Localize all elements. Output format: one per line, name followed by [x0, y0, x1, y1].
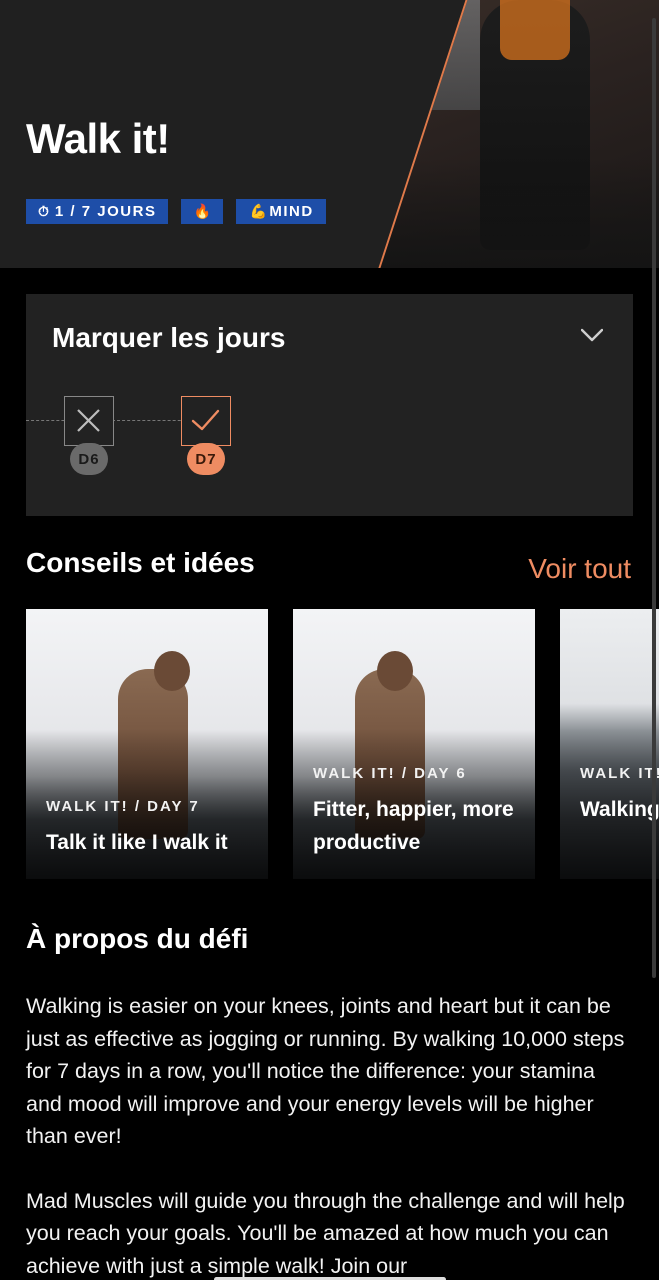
- mark-days-title: Marquer les jours: [52, 322, 286, 353]
- day-badge: D6: [70, 443, 108, 475]
- about-section-title: À propos du défi: [26, 923, 249, 954]
- check-icon: [191, 409, 220, 431]
- tips-section-title: Conseils et idées: [26, 547, 255, 578]
- tip-card-title: Fitter, happier, more productive: [313, 798, 514, 854]
- tip-card-kicker: WALK IT!: [580, 765, 659, 782]
- challenge-title: Walk it!: [26, 115, 170, 162]
- about-paragraph: Walking is easier on your knees, joints …: [26, 994, 625, 1148]
- category-tag: 💪 MIND: [235, 199, 326, 224]
- fire-icon: 🔥: [193, 203, 211, 219]
- progress-tag: ⏱ 1 / 7 JOURS: [26, 199, 169, 224]
- hero-banner: Walk it! ⏱ 1 / 7 JOURS 🔥 💪 MIND: [0, 0, 659, 268]
- tip-card-kicker: WALK IT! / DAY 6: [313, 765, 467, 782]
- chevron-down-icon[interactable]: [581, 328, 603, 342]
- see-all-link[interactable]: Voir tout: [528, 553, 631, 585]
- tip-card-kicker: WALK IT! / DAY 7: [46, 798, 200, 815]
- tip-card-title: Talk it like I walk it: [46, 831, 228, 854]
- timeline-line: [26, 420, 206, 421]
- day-checkbox-missed[interactable]: [64, 396, 114, 446]
- close-icon: [77, 409, 100, 432]
- category-tag-label: MIND: [269, 203, 314, 220]
- stopwatch-icon: ⏱: [38, 203, 49, 219]
- challenge-tags: ⏱ 1 / 7 JOURS 🔥 💪 MIND: [26, 199, 326, 224]
- flexed-biceps-icon: 💪: [249, 203, 268, 219]
- tip-card[interactable]: WALK IT! / DAY 6 Fitter, happier, more p…: [293, 609, 535, 879]
- day-badge: D7: [187, 443, 225, 475]
- mark-days-card[interactable]: Marquer les jours D6 D7: [26, 294, 633, 516]
- scrollbar[interactable]: [652, 18, 656, 978]
- tip-card-title: Walking viruses: [580, 798, 659, 821]
- day-checkbox-done[interactable]: [181, 396, 231, 446]
- about-paragraph: Mad Muscles will guide you through the c…: [26, 1188, 625, 1278]
- progress-tag-label: 1 / 7 JOURS: [54, 203, 157, 220]
- tips-carousel[interactable]: WALK IT! / DAY 7 Talk it like I walk it …: [26, 609, 659, 879]
- tip-card[interactable]: WALK IT! / DAY 7 Talk it like I walk it: [26, 609, 268, 879]
- tip-card[interactable]: WALK IT! Walking viruses: [560, 609, 659, 879]
- about-description: Walking is easier on your knees, joints …: [26, 990, 632, 1280]
- intensity-tag: 🔥: [181, 199, 223, 224]
